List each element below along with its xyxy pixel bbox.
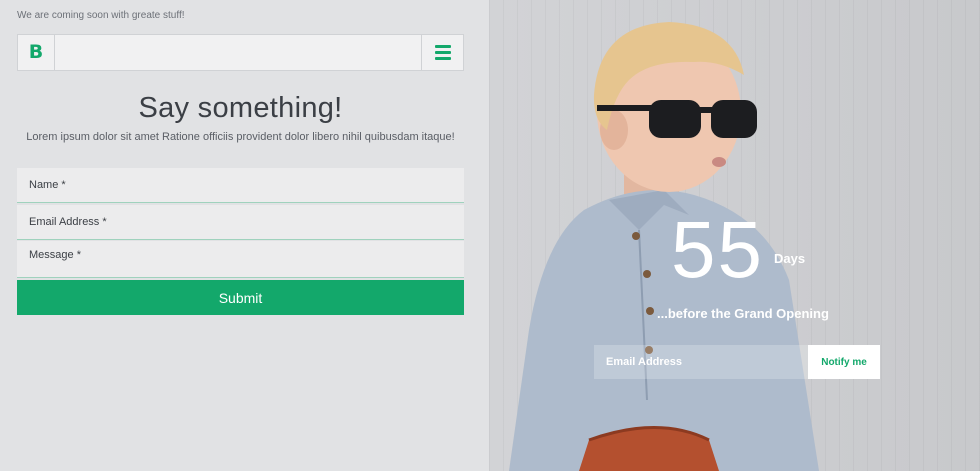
notify-me-button[interactable]: Notify me [808, 345, 880, 379]
menu-bar [434, 51, 451, 54]
logo-text: B [28, 41, 44, 63]
hamburger-menu-icon[interactable] [421, 35, 463, 70]
page-subtitle: Lorem ipsum dolor sit amet Ratione offic… [26, 131, 455, 143]
countdown-unit: Days [774, 251, 806, 266]
notify-email-field[interactable] [594, 345, 808, 379]
message-field[interactable] [17, 241, 464, 278]
page-title: Say something! [138, 92, 343, 124]
countdown-caption: ...before the Grand Opening [657, 306, 829, 321]
tagline: We are coming soon with greate stuff! [17, 10, 185, 21]
logo-icon[interactable]: B [18, 35, 55, 70]
submit-button[interactable]: Submit [17, 280, 464, 315]
email-field[interactable] [17, 205, 464, 240]
menu-bar [434, 57, 451, 60]
name-field[interactable] [17, 168, 464, 203]
menu-bar [434, 45, 451, 48]
countdown-value: 55 [671, 205, 764, 294]
navbar: B [17, 34, 464, 71]
